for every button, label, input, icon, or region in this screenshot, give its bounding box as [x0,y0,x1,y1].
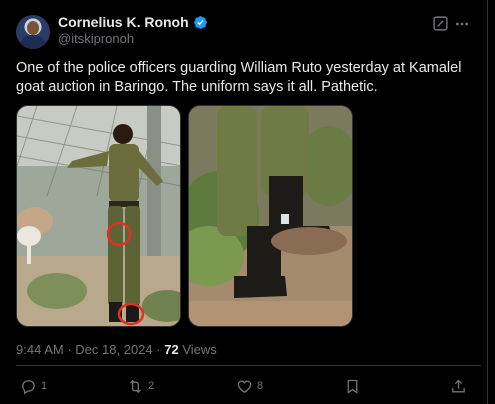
reply-icon [22,379,35,394]
action-bar: 1 2 8 [16,375,476,397]
reply-count: 1 [41,380,48,392]
like-count: 8 [257,380,264,392]
like-button[interactable]: 8 [236,375,263,397]
share-button[interactable] [450,375,467,397]
meta-separator: · [67,342,72,357]
tweet-text: One of the police officers guarding Will… [16,60,462,95]
verified-badge-icon [193,15,207,29]
author-handle[interactable]: @itskipronoh [58,31,134,46]
heart-icon [237,380,252,393]
tweet-media [16,105,353,327]
grok-icon[interactable] [432,15,449,32]
views-label: Views [182,342,217,357]
meta-separator-2: · [156,342,161,357]
photo-officer-standing-image [17,106,180,326]
bookmark-button[interactable] [344,375,361,397]
repost-icon [130,379,141,393]
divider [16,365,481,366]
repost-count: 2 [148,380,155,392]
tweet-meta: 9:44 AM · Dec 18, 2024 · 72 Views [16,342,217,357]
photo-boots-closeup-image [189,106,352,326]
tweet-header: Cornelius K. Ronoh @itskipronoh [16,11,481,51]
author-display-name[interactable]: Cornelius K. Ronoh [58,14,189,30]
reply-button[interactable]: 1 [20,375,47,397]
more-dots-icon[interactable] [454,16,470,32]
tweet-card: Cornelius K. Ronoh @itskipronoh One of t… [0,0,495,404]
photo-officer-standing[interactable] [16,105,181,327]
bookmark-icon [347,379,358,394]
repost-button[interactable]: 2 [127,375,154,397]
tweet-time[interactable]: 9:44 AM [16,342,64,357]
photo-boots-closeup[interactable] [188,105,353,327]
author-name-row[interactable]: Cornelius K. Ronoh [58,13,208,31]
tweet-date[interactable]: Dec 18, 2024 [75,342,152,357]
share-icon [452,379,465,392]
views-count: 72 [164,342,179,357]
avatar[interactable] [16,15,50,49]
column-border [487,0,488,404]
